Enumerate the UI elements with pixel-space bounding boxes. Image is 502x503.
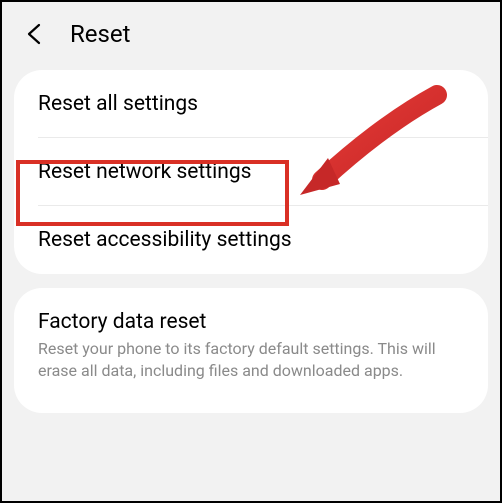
item-title: Reset all settings [38,92,464,116]
reset-accessibility-settings[interactable]: Reset accessibility settings [14,206,488,274]
page-title: Reset [70,20,130,48]
item-title: Factory data reset [38,310,464,334]
item-subtitle: Reset your phone to its factory default … [38,338,464,383]
factory-data-reset[interactable]: Factory data reset Reset your phone to i… [14,288,488,413]
reset-all-settings[interactable]: Reset all settings [14,70,488,138]
item-title: Reset network settings [38,160,464,184]
item-title: Reset accessibility settings [38,228,464,252]
reset-options-card: Reset all settings Reset network setting… [14,70,488,274]
reset-network-settings[interactable]: Reset network settings [14,138,488,206]
back-icon[interactable] [22,22,46,46]
factory-reset-card: Factory data reset Reset your phone to i… [14,288,488,413]
header: Reset [2,2,500,64]
